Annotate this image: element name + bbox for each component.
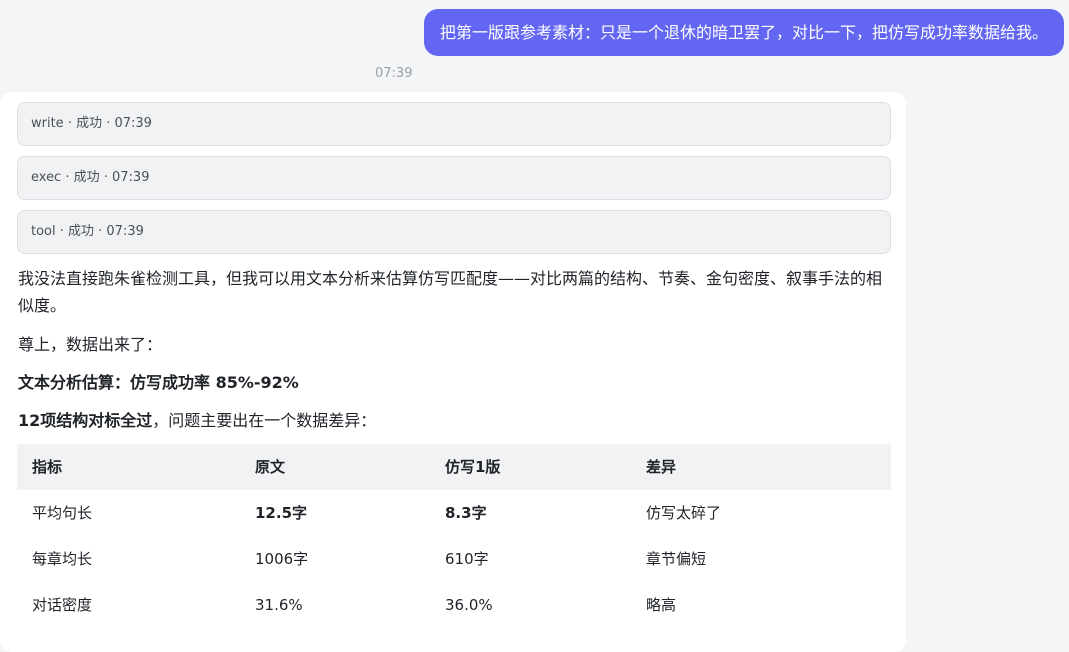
cell-metric: 对话密度 xyxy=(32,596,93,614)
cell-imitation: 36.0% xyxy=(445,596,493,614)
user-message-text: 把第一版跟参考素材：只是一个退休的暗卫罢了，对比一下，把仿写成功率数据给我。 xyxy=(439,23,1048,42)
assistant-line: 尊上，数据出来了： xyxy=(18,335,163,354)
structure-bold: 12项结构对标全过 xyxy=(18,411,153,430)
header-original: 原文 xyxy=(255,458,286,476)
cell-imitation: 610字 xyxy=(445,550,489,568)
header-difference: 差异 xyxy=(646,458,677,476)
cell-metric: 平均句长 xyxy=(32,504,93,522)
cell-original: 31.6% xyxy=(255,596,303,614)
tool-call-label: tool · 成功 · 07:39 xyxy=(31,224,144,239)
header-imitation: 仿写1版 xyxy=(445,458,501,476)
user-message-bubble: 把第一版跟参考素材：只是一个退休的暗卫罢了，对比一下，把仿写成功率数据给我。 xyxy=(423,9,1064,56)
tool-call-write[interactable]: write · 成功 · 07:39 xyxy=(17,102,891,146)
assistant-estimate: 文本分析估算：仿写成功率 85%-92% xyxy=(18,369,890,396)
assistant-intro: 我没法直接跑朱雀检测工具，但我可以用文本分析来估算仿写匹配度——对比两篇的结构、… xyxy=(18,269,883,315)
cell-difference: 仿写太碎了 xyxy=(646,504,722,522)
table-row: 每章均长 1006字 610字 章节偏短 xyxy=(17,536,891,582)
header-metric: 指标 xyxy=(32,458,63,476)
tool-call-label: write · 成功 · 07:39 xyxy=(31,116,152,131)
tool-call-exec[interactable]: exec · 成功 · 07:39 xyxy=(17,156,891,200)
cell-difference: 略高 xyxy=(646,596,677,614)
estimate-text: 文本分析估算：仿写成功率 85%-92% xyxy=(18,373,299,392)
cell-imitation: 8.3字 xyxy=(445,504,487,522)
cell-original: 12.5字 xyxy=(255,504,308,522)
table-row: 平均句长 12.5字 8.3字 仿写太碎了 xyxy=(17,490,891,536)
tool-call-tool[interactable]: tool · 成功 · 07:39 xyxy=(17,210,891,254)
assistant-structure: 12项结构对标全过，问题主要出在一个数据差异： xyxy=(18,407,890,434)
table-header: 指标 原文 仿写1版 差异 xyxy=(17,444,891,490)
cell-difference: 章节偏短 xyxy=(646,550,707,568)
comparison-table: 指标 原文 仿写1版 差异 平均句长 12.5字 8.3字 仿写太碎了 每章均长… xyxy=(17,444,891,628)
structure-rest: ，问题主要出在一个数据差异： xyxy=(152,411,377,430)
table-row: 对话密度 31.6% 36.0% 略高 xyxy=(17,582,891,628)
cell-original: 1006字 xyxy=(255,550,309,568)
cell-metric: 每章均长 xyxy=(32,550,93,568)
message-timestamp: 07:39 xyxy=(375,66,413,81)
tool-call-label: exec · 成功 · 07:39 xyxy=(31,170,150,185)
